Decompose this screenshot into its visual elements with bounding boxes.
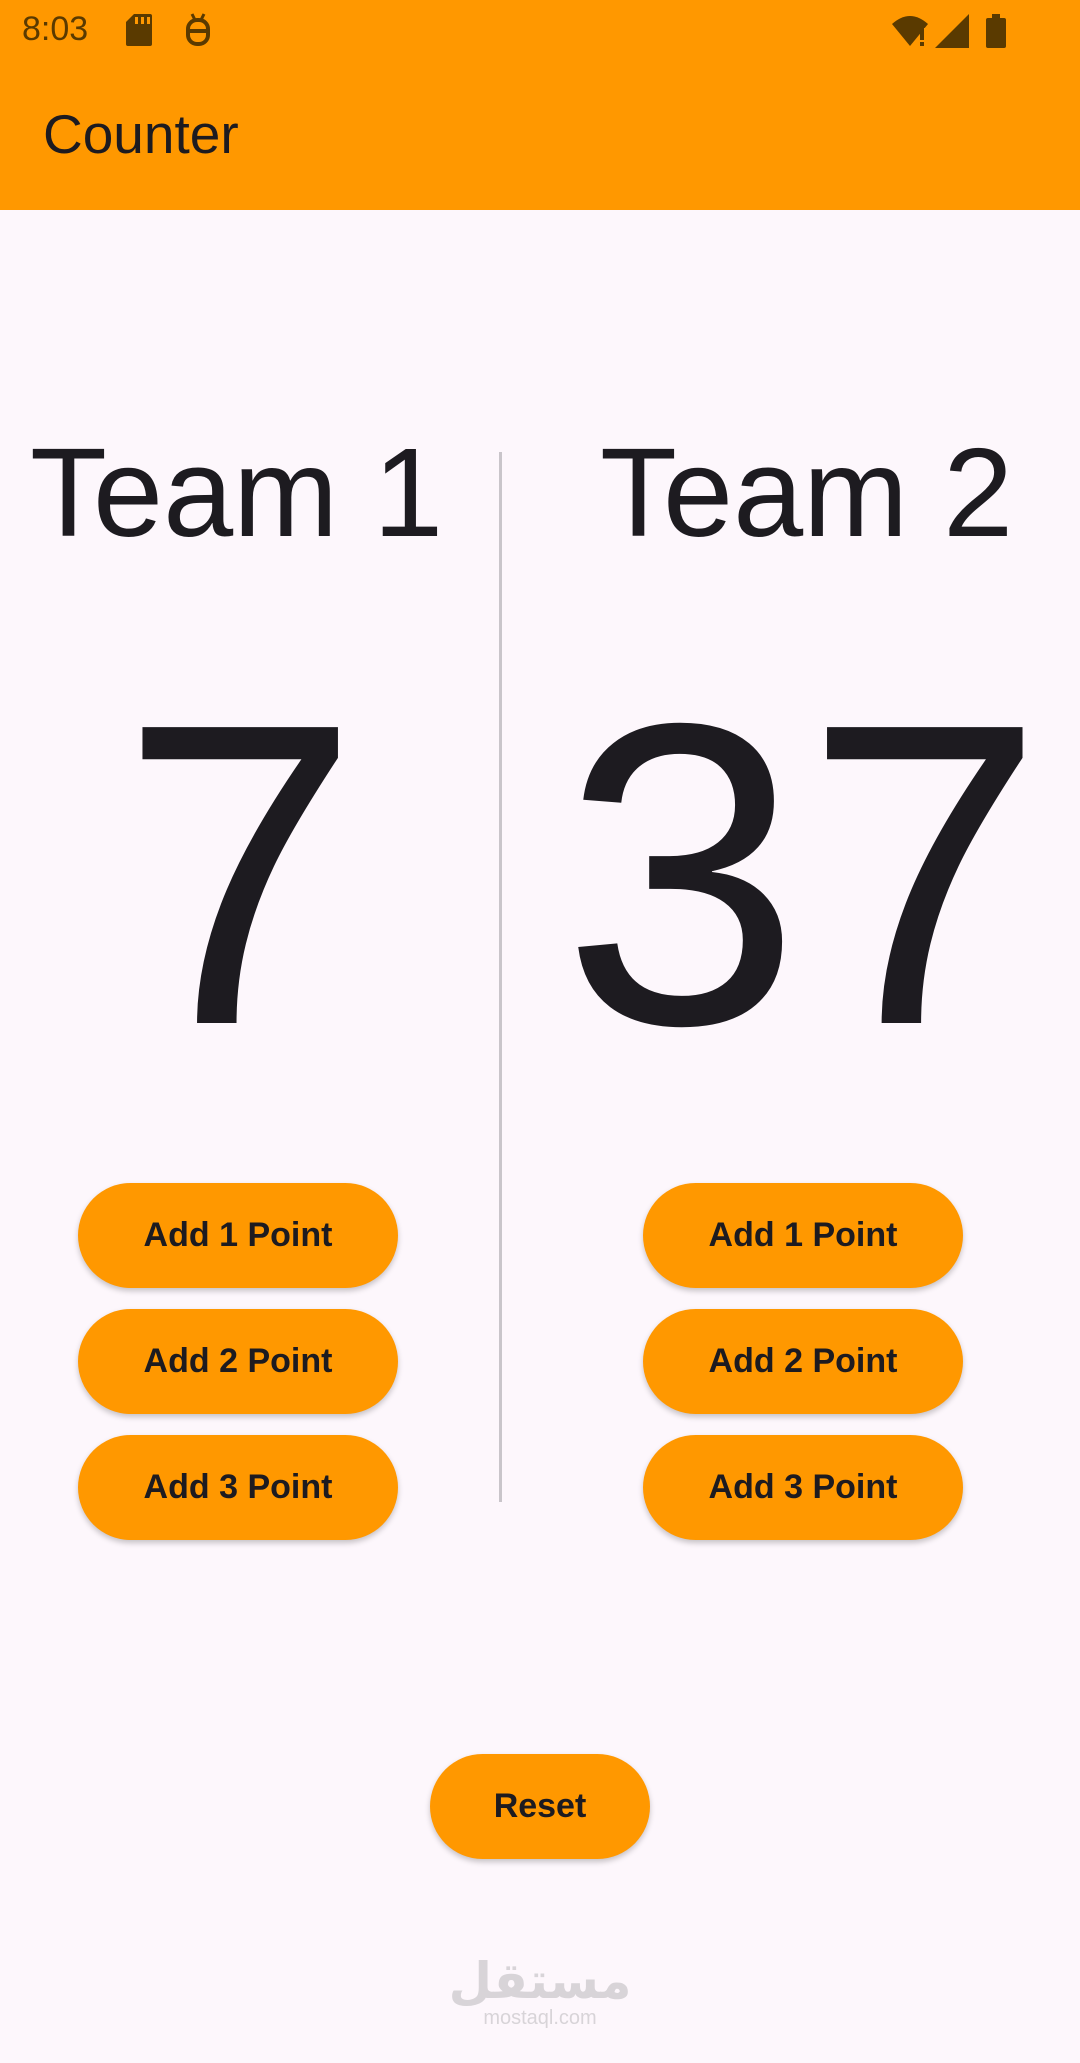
app-bar: Counter: [0, 64, 1080, 210]
cell-signal-icon: [935, 14, 969, 48]
watermark-url: mostaql.com: [483, 2007, 597, 2029]
app-title: Counter: [43, 103, 239, 165]
sd-card-icon: [126, 14, 152, 46]
team2-name: Team 2: [600, 422, 1014, 563]
team1-add-3-point-button[interactable]: Add 3 Point: [78, 1435, 398, 1540]
team1-add-1-point-button[interactable]: Add 1 Point: [78, 1183, 398, 1288]
team1-name: Team 1: [30, 422, 444, 563]
wifi-alert-icon: [892, 16, 928, 46]
team-divider: [499, 452, 502, 1502]
status-bar: 8:03: [0, 0, 1080, 64]
team2-add-2-point-button[interactable]: Add 2 Point: [643, 1309, 963, 1414]
battery-icon: [986, 14, 1006, 48]
status-time: 8:03: [22, 10, 89, 48]
watermark: مستقل mostaql.com: [440, 1955, 640, 2029]
team1-score: 7: [120, 635, 360, 1115]
team2-add-3-point-button[interactable]: Add 3 Point: [643, 1435, 963, 1540]
watermark-logo: مستقل: [448, 1953, 632, 2009]
team2-add-1-point-button[interactable]: Add 1 Point: [643, 1183, 963, 1288]
reset-button[interactable]: Reset: [430, 1754, 650, 1859]
android-debug-icon: [186, 13, 210, 46]
team1-add-2-point-button[interactable]: Add 2 Point: [78, 1309, 398, 1414]
team2-score: 37: [561, 635, 1049, 1115]
